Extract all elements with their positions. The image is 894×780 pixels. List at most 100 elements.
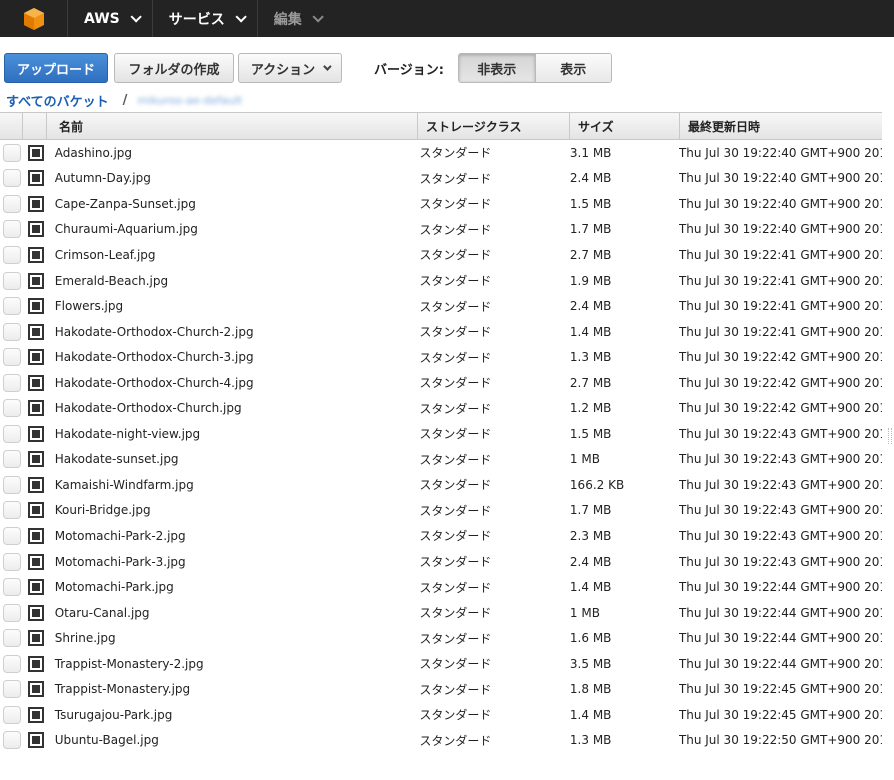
breadcrumb-bucket[interactable]: mikuroo-ae-default: [137, 94, 242, 107]
table-row[interactable]: Motomachi-Park.jpg スタンダード 1.4 MB Thu Jul 30…: [0, 574, 882, 600]
table-row[interactable]: Otaru-Canal.jpg スタンダード 1 MB Thu Jul 30 19:2…: [0, 600, 882, 626]
object-name[interactable]: Crimson-Leaf.jpg: [51, 248, 420, 262]
table-row[interactable]: Hakodate-Orthodox-Church-4.jpg スタンダード 2.7 …: [0, 370, 882, 396]
row-checkbox[interactable]: [3, 705, 21, 724]
create-folder-button[interactable]: フォルダの作成: [114, 53, 234, 83]
object-name[interactable]: Flowers.jpg: [51, 299, 420, 313]
table-row[interactable]: Hakodate-Orthodox-Church.jpg スタンダード 1.2 MB…: [0, 395, 882, 421]
object-last-modified: Thu Jul 30 19:22:40 GMT+900 2015: [678, 196, 882, 211]
object-name[interactable]: Emerald-Beach.jpg: [51, 274, 420, 288]
chevron-down-icon: [130, 10, 142, 23]
row-checkbox[interactable]: [3, 373, 21, 392]
file-icon: [27, 527, 44, 544]
table-row[interactable]: Motomachi-Park-3.jpg スタンダード 2.4 MB Thu Jul …: [0, 549, 882, 575]
object-storage-class: スタンダード: [419, 197, 492, 212]
table-row[interactable]: Flowers.jpg スタンダード 2.4 MB Thu Jul 30 19:22:…: [0, 293, 882, 319]
object-name[interactable]: Autumn-Day.jpg: [51, 171, 420, 185]
row-checkbox[interactable]: [3, 245, 21, 264]
row-checkbox[interactable]: [3, 475, 21, 494]
table-row[interactable]: Shrine.jpg スタンダード 1.6 MB Thu Jul 30 19:22:4…: [0, 625, 882, 651]
table-row[interactable]: Trappist-Monastery.jpg スタンダード 1.8 MB Thu Ju…: [0, 676, 882, 702]
row-checkbox[interactable]: [3, 680, 21, 699]
row-checkbox[interactable]: [3, 322, 21, 341]
object-name[interactable]: Churaumi-Aquarium.jpg: [51, 222, 420, 236]
row-checkbox[interactable]: [3, 552, 21, 571]
object-name[interactable]: Adashino.jpg: [51, 146, 420, 160]
row-checkbox[interactable]: [3, 731, 21, 750]
row-checkbox[interactable]: [3, 399, 21, 418]
nav-edit-menu[interactable]: 編集: [258, 0, 334, 37]
table-row[interactable]: Ubuntu-Bagel.jpg スタンダード 1.3 MB Thu Jul 30 1…: [0, 728, 882, 754]
table-row[interactable]: Adashino.jpg スタンダード 3.1 MB Thu Jul 30 19:22…: [0, 140, 882, 166]
object-name[interactable]: Shrine.jpg: [51, 631, 420, 645]
table-row[interactable]: Tsurugajou-Park.jpg スタンダード 1.4 MB Thu Jul 3…: [0, 702, 882, 728]
table-row[interactable]: Hakodate-sunset.jpg スタンダード 1 MB Thu Jul 30 …: [0, 447, 882, 473]
table-row[interactable]: Emerald-Beach.jpg スタンダード 1.9 MB Thu Jul 30 …: [0, 268, 882, 294]
object-name[interactable]: Motomachi-Park.jpg: [51, 580, 420, 594]
upload-button[interactable]: アップロード: [4, 53, 108, 83]
table-row[interactable]: Hakodate-Orthodox-Church-3.jpg スタンダード 1.3 …: [0, 344, 882, 370]
object-storage-class: スタンダード: [419, 146, 492, 161]
column-header-last-modified[interactable]: 最終更新日時: [680, 113, 882, 139]
row-checkbox[interactable]: [3, 603, 21, 622]
column-header-size[interactable]: サイズ: [570, 113, 680, 139]
resize-handle[interactable]: [888, 428, 892, 444]
table-row[interactable]: Hakodate-Orthodox-Church-2.jpg スタンダード 1.4 …: [0, 319, 882, 345]
nav-aws-menu[interactable]: AWS: [68, 0, 153, 37]
object-name[interactable]: Cape-Zanpa-Sunset.jpg: [51, 197, 420, 211]
object-name[interactable]: Tsurugajou-Park.jpg: [51, 708, 420, 722]
row-checkbox[interactable]: [3, 169, 21, 188]
row-checkbox[interactable]: [3, 348, 21, 367]
table-row[interactable]: Crimson-Leaf.jpg スタンダード 2.7 MB Thu Jul 30 1…: [0, 242, 882, 268]
table-row[interactable]: Kamaishi-Windfarm.jpg スタンダード 166.2 KB Thu J…: [0, 472, 882, 498]
table-row[interactable]: Trappist-Monastery-2.jpg スタンダード 3.5 MB Thu …: [0, 651, 882, 677]
object-name[interactable]: Motomachi-Park-3.jpg: [51, 555, 420, 569]
file-icon: [27, 706, 44, 723]
object-name[interactable]: Hakodate-sunset.jpg: [51, 452, 420, 466]
object-storage-class: スタンダード: [419, 248, 492, 263]
object-name[interactable]: Hakodate-Orthodox-Church-3.jpg: [51, 350, 420, 364]
object-name[interactable]: Otaru-Canal.jpg: [51, 606, 420, 620]
select-all-column[interactable]: [0, 113, 23, 139]
version-show-button[interactable]: 表示: [535, 54, 611, 82]
toolbar: アップロード フォルダの作成 アクション バージョン: 非表示 表示: [4, 53, 890, 83]
object-name[interactable]: Hakodate-Orthodox-Church-4.jpg: [51, 376, 420, 390]
row-checkbox[interactable]: [3, 654, 21, 673]
object-name[interactable]: Trappist-Monastery-2.jpg: [51, 657, 420, 671]
row-checkbox[interactable]: [3, 143, 21, 162]
object-storage-class: スタンダード: [419, 325, 492, 340]
row-checkbox[interactable]: [3, 526, 21, 545]
object-size: 2.4 MB: [569, 299, 612, 314]
object-name[interactable]: Trappist-Monastery.jpg: [51, 682, 420, 696]
object-name[interactable]: Kouri-Bridge.jpg: [51, 503, 420, 517]
row-checkbox[interactable]: [3, 297, 21, 316]
table-row[interactable]: Cape-Zanpa-Sunset.jpg スタンダード 1.5 MB Thu Jul…: [0, 191, 882, 217]
object-name[interactable]: Hakodate-night-view.jpg: [51, 427, 420, 441]
nav-services-menu[interactable]: サービス: [153, 0, 258, 37]
version-hide-button[interactable]: 非表示: [459, 54, 536, 82]
row-checkbox[interactable]: [3, 578, 21, 597]
object-name[interactable]: Hakodate-Orthodox-Church.jpg: [51, 401, 420, 415]
table-row[interactable]: Churaumi-Aquarium.jpg スタンダード 1.7 MB Thu Jul…: [0, 217, 882, 243]
object-name[interactable]: Hakodate-Orthodox-Church-2.jpg: [51, 325, 420, 339]
object-name[interactable]: Ubuntu-Bagel.jpg: [51, 733, 420, 747]
object-name[interactable]: Motomachi-Park-2.jpg: [51, 529, 420, 543]
object-name[interactable]: Kamaishi-Windfarm.jpg: [51, 478, 420, 492]
aws-logo[interactable]: [0, 0, 68, 37]
column-header-storage-class[interactable]: ストレージクラス: [418, 113, 570, 139]
row-checkbox[interactable]: [3, 220, 21, 239]
row-checkbox[interactable]: [3, 450, 21, 469]
row-checkbox[interactable]: [3, 501, 21, 520]
table-row[interactable]: Motomachi-Park-2.jpg スタンダード 2.3 MB Thu Jul …: [0, 523, 882, 549]
table-row[interactable]: Hakodate-night-view.jpg スタンダード 1.5 MB Thu J…: [0, 421, 882, 447]
table-row[interactable]: Kouri-Bridge.jpg スタンダード 1.7 MB Thu Jul 30 1…: [0, 498, 882, 524]
breadcrumb-all-buckets[interactable]: すべてのバケット: [6, 91, 109, 110]
row-checkbox[interactable]: [3, 424, 21, 443]
actions-dropdown[interactable]: アクション: [238, 53, 342, 83]
row-checkbox[interactable]: [3, 194, 21, 213]
column-header-name[interactable]: 名前: [47, 113, 418, 139]
row-checkbox[interactable]: [3, 629, 21, 648]
file-icon: [27, 400, 44, 417]
table-row[interactable]: Autumn-Day.jpg スタンダード 2.4 MB Thu Jul 30 19:…: [0, 166, 882, 192]
row-checkbox[interactable]: [3, 271, 21, 290]
